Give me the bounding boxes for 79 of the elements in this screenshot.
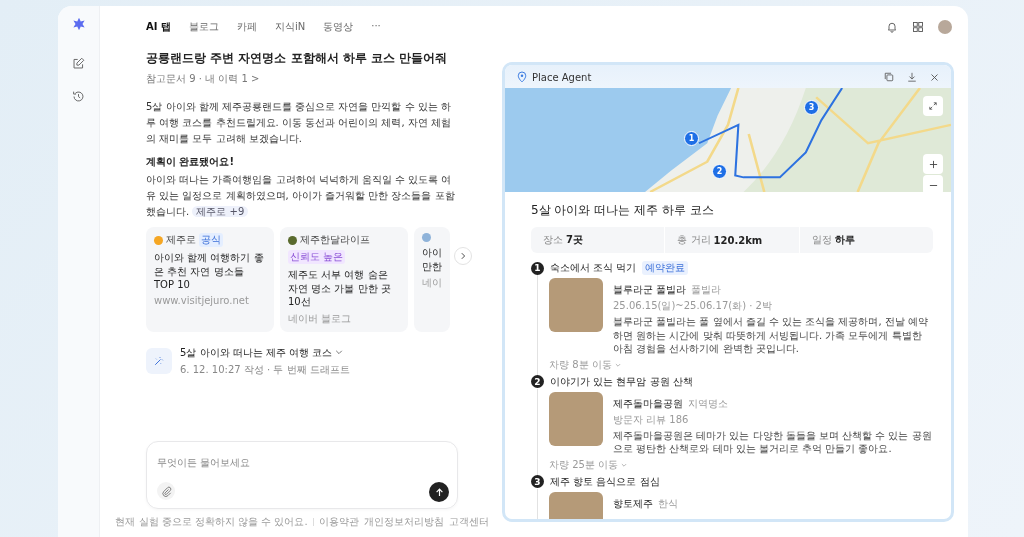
source-card[interactable]: 제주로 공식 아이와 함께 여행하기 좋은 추천 자연 명소들 TOP 10 www.visitjejuro.net xyxy=(146,227,274,332)
citation-chip[interactable]: 제주로 +9 xyxy=(192,206,249,217)
step-title: 숙소에서 조식 먹기 xyxy=(550,261,637,275)
source-badge: 신뢰도 높은 xyxy=(288,250,346,264)
avatar[interactable] xyxy=(938,20,952,34)
place-name[interactable]: 블루라군 풀빌라 xyxy=(613,284,687,295)
attach-button[interactable] xyxy=(157,482,175,500)
photo-placeholder xyxy=(549,391,603,446)
source-title: 아이와 함께 여행하기 좋은 추천 자연 명소들 TOP 10 xyxy=(154,251,265,292)
nav-tab[interactable]: AI 탭 xyxy=(146,20,171,34)
copy-icon[interactable] xyxy=(884,72,894,82)
chevron-down-icon xyxy=(335,347,344,356)
disclaimer-text: 현재 실험 중으로 정확하지 않을 수 있어요. xyxy=(115,515,308,529)
draft-title[interactable]: 5살 아이와 떠나는 제주 여행 코스 xyxy=(180,345,350,360)
more-button[interactable]: ··· xyxy=(371,20,381,34)
nav-tab[interactable]: 동영상 xyxy=(323,20,354,34)
step-title: 제주 향토 음식으로 점심 xyxy=(550,474,660,489)
fullscreen-button[interactable] xyxy=(923,96,943,116)
step-number: 1 xyxy=(531,261,544,275)
stat-value: 7곳 xyxy=(566,233,583,247)
logo-icon[interactable] xyxy=(71,17,86,31)
source-site: 네이버 블로그 xyxy=(288,311,353,326)
source-name: 제주로 xyxy=(166,233,196,247)
nav-tab[interactable]: 지식iN xyxy=(274,20,306,34)
place-category: 풀빌라 xyxy=(691,284,722,295)
chevron-right-icon xyxy=(459,252,467,260)
draft-meta: 6. 12. 10:27 작성 · 두 번째 드래프트 xyxy=(180,362,350,377)
send-button[interactable] xyxy=(429,482,449,502)
compose-icon[interactable] xyxy=(72,57,85,70)
stat-value: 하루 xyxy=(834,233,855,247)
arrow-up-icon xyxy=(434,487,444,497)
route-map[interactable]: 1 2 3 xyxy=(505,88,951,192)
place-name[interactable]: 향토제주 xyxy=(613,497,653,509)
photo-placeholder xyxy=(549,278,603,332)
step-number: 2 xyxy=(531,375,544,388)
place-description: 블루라군 풀빌라는 풀 옆에서 즐길 수 있는 조식을 제공하며, 전날 예약하면 원하는 시간에 맞춰 따뜻하게 서빙됩니다. 가족 모두에게 특별한 아침 경험을 선사하기에 완벽한 곳입니다. xyxy=(613,315,929,356)
nav-tab[interactable]: 카페 xyxy=(236,20,257,34)
source-site: www.visitjejuro.net xyxy=(154,294,250,306)
place-detail: 방문자 리뷰 186 xyxy=(613,412,690,427)
answer-text: 5살 아이와 함께 제주공룡랜드를 중심으로 자연을 만끽할 수 있는 하루 여행 코스를 추천드릴게요. 이동 동선과 어린이의 체력, 자연 체험의 재미를 모두 고려해 보겠습니다. xyxy=(146,100,452,146)
location-pin-icon xyxy=(517,71,527,83)
expand-icon xyxy=(929,102,937,110)
apps-grid-icon[interactable] xyxy=(912,21,924,33)
source-site: 네이 xyxy=(422,276,443,290)
place-category: 한식 xyxy=(658,497,679,509)
download-icon[interactable] xyxy=(907,72,917,82)
source-card[interactable]: 아이 만한 네이 xyxy=(414,227,450,332)
panel-title: Place Agent xyxy=(532,71,592,83)
plan-heading: 계획이 완료됐어요! xyxy=(146,155,236,169)
paperclip-icon xyxy=(160,485,172,497)
question-title: 공룡랜드랑 주변 자연명소 포함해서 하루 코스 만들어줘 xyxy=(146,50,449,67)
notification-bell-icon[interactable] xyxy=(886,21,898,33)
step-number: 3 xyxy=(531,475,544,488)
status-tag: 예약완료 xyxy=(642,261,689,275)
source-title: 제주도 서부 여행 숨은 자연 명소 가볼 만한 곳 10선 xyxy=(288,268,392,309)
stat-value: 120.2km xyxy=(713,234,763,246)
plan-text: 아이와 떠나는 가족여행임을 고려하여 넉넉하게 움직일 수 있도록 여유 있는 일정으로 계획하였으며, 아이가 즐거워할 만한 장소들을 포함했습니다. 제주로 +9 xyxy=(146,173,456,219)
chevron-down-icon xyxy=(614,361,621,368)
stat-label: 총 거리 xyxy=(677,233,711,247)
place-category: 지역명소 xyxy=(688,397,729,409)
source-badge: 공식 xyxy=(199,233,223,247)
stat-label: 장소 xyxy=(543,233,563,247)
course-title: 5살 아이와 떠나는 제주 하루 코스 xyxy=(531,202,715,219)
stat-label: 일정 xyxy=(811,233,832,247)
chevron-down-icon xyxy=(621,461,628,468)
close-icon[interactable] xyxy=(930,72,939,82)
source-title: 아이 만한 xyxy=(422,246,443,273)
step-title: 이야기가 있는 현무암 공원 산책 xyxy=(550,374,693,389)
reference-link[interactable]: 참고문서 9 · 내 이력 1 > xyxy=(146,72,458,86)
source-card[interactable]: 제주한달라이프 신뢰도 높은 제주도 서부 여행 숨은 자연 명소 가볼 만한 곳 10선 네이버 블로그 xyxy=(280,227,408,332)
place-name[interactable]: 제주돌마을공원 xyxy=(613,397,683,409)
place-detail: 25.06.15(일)~25.06.17(화) · 2박 xyxy=(613,299,773,313)
zoom-in-button[interactable] xyxy=(923,154,943,174)
source-name: 제주한달라이프 xyxy=(300,233,370,247)
place-description: 제주돌마을공원은 테마가 있는 다양한 돌들을 보며 산책할 수 있는 공원으로 평탄한 산책로와 테마 있는 볼거리로 추억 만들기 좋아요. xyxy=(613,428,933,456)
nav-tab[interactable]: 블로그 xyxy=(188,20,219,34)
draft-icon xyxy=(146,348,172,374)
plus-icon xyxy=(928,159,938,169)
history-icon[interactable] xyxy=(72,90,85,103)
